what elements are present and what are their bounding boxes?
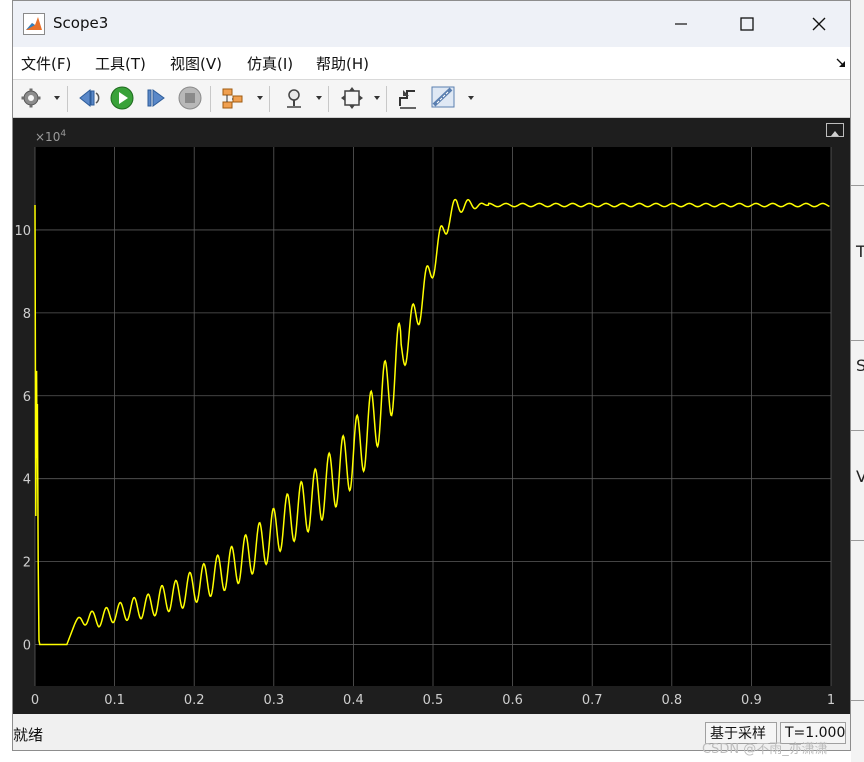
- zoom-dropdown-icon[interactable]: [316, 96, 322, 100]
- x-tick-label: 0.3: [263, 693, 284, 708]
- menu-view[interactable]: 视图(V): [170, 53, 222, 74]
- y-tick-label: 8: [23, 307, 31, 322]
- x-tick-label: 0.6: [502, 693, 523, 708]
- x-tick-label: 0.8: [661, 693, 682, 708]
- measurements-dropdown-icon[interactable]: [468, 96, 474, 100]
- close-button[interactable]: [796, 1, 842, 47]
- scope-window: Scope3 文件(F) 工具(T) 视图(V) 仿真(I) 帮助(H) ×10…: [12, 0, 851, 751]
- step-forward-icon: [147, 89, 165, 107]
- x-tick-label: 0.5: [423, 693, 444, 708]
- background-divider: [851, 185, 864, 186]
- autoscale-dropdown-icon[interactable]: [374, 96, 380, 100]
- x-tick-label: 0.4: [343, 693, 364, 708]
- autoscale-icon: [341, 87, 363, 109]
- background-divider: [851, 700, 864, 701]
- toolbar-separator: [386, 86, 387, 112]
- menu-bar: 文件(F) 工具(T) 视图(V) 仿真(I) 帮助(H): [13, 47, 850, 80]
- x-tick-label: 1: [827, 693, 835, 708]
- settings-button[interactable]: [18, 85, 44, 111]
- menu-simulation[interactable]: 仿真(I): [247, 53, 293, 74]
- dock-arrow-icon[interactable]: [835, 57, 847, 69]
- toolbar-separator: [328, 86, 329, 112]
- settings-icon: [21, 88, 41, 108]
- background-divider: [851, 430, 864, 431]
- maximize-button[interactable]: [724, 1, 770, 47]
- x-tick-label: 0.9: [741, 693, 762, 708]
- watermark: CSDN @不雨_亦潇潇: [702, 742, 828, 757]
- triggers-icon: [399, 90, 416, 109]
- background-letter: S: [856, 356, 864, 375]
- step-back-button[interactable]: [75, 85, 101, 111]
- run-button[interactable]: [109, 85, 135, 111]
- highlight-dropdown-icon[interactable]: [257, 96, 263, 100]
- step-back-icon: [79, 88, 100, 108]
- stop-icon: [178, 86, 202, 110]
- menu-file[interactable]: 文件(F): [21, 53, 71, 74]
- status-text: 就绪: [13, 726, 44, 744]
- window-title: Scope3: [53, 14, 109, 32]
- scope-plot[interactable]: 0 0.1 0.2 0.3 0.4 0.5 0.6 0.7 0.8 0.9 10246810: [13, 118, 850, 714]
- measurements-button[interactable]: [431, 85, 457, 111]
- menu-help[interactable]: 帮助(H): [316, 53, 369, 74]
- x-tick-label: 0.7: [582, 693, 603, 708]
- close-icon: [812, 17, 826, 31]
- settings-dropdown-icon[interactable]: [54, 96, 60, 100]
- highlight-block-icon: [222, 88, 243, 109]
- run-icon: [110, 86, 134, 110]
- y-tick-label: 4: [23, 473, 31, 488]
- background-divider: [851, 340, 864, 341]
- toolbar: [13, 80, 850, 118]
- zoom-icon: [287, 89, 301, 108]
- matlab-logo-icon: [23, 13, 45, 35]
- y-tick-label: 10: [14, 224, 31, 239]
- menu-tools[interactable]: 工具(T): [95, 53, 146, 74]
- minimize-icon: [675, 23, 687, 25]
- background-letter: T: [856, 242, 864, 261]
- highlight-block-button[interactable]: [220, 85, 246, 111]
- background-window-strip: [851, 0, 864, 762]
- x-tick-label: 0.2: [184, 693, 205, 708]
- toolbar-separator: [269, 86, 270, 112]
- scope-display: ×104 0 0.1 0.2 0.3 0.4 0.5 0.6 0.7 0.8 0.9 1 0 2 4 6 8 1…: [13, 118, 850, 714]
- y-tick-label: 2: [23, 556, 31, 571]
- autoscale-button[interactable]: [339, 85, 365, 111]
- y-tick-label: 6: [23, 390, 31, 405]
- toolbar-separator: [67, 86, 68, 112]
- triggers-button[interactable]: [395, 85, 421, 111]
- maximize-icon: [740, 17, 754, 31]
- step-forward-button[interactable]: [143, 85, 169, 111]
- title-bar[interactable]: Scope3: [13, 1, 850, 47]
- measurements-icon: [431, 86, 455, 108]
- background-letter: V: [856, 467, 864, 486]
- minimize-button[interactable]: [658, 1, 704, 47]
- x-tick-label: 0: [31, 693, 39, 708]
- toolbar-separator: [210, 86, 211, 112]
- stop-button[interactable]: [177, 85, 203, 111]
- background-divider: [851, 540, 864, 541]
- x-tick-label: 0.1: [104, 693, 125, 708]
- zoom-button[interactable]: [281, 85, 307, 111]
- y-tick-label: 0: [23, 639, 31, 654]
